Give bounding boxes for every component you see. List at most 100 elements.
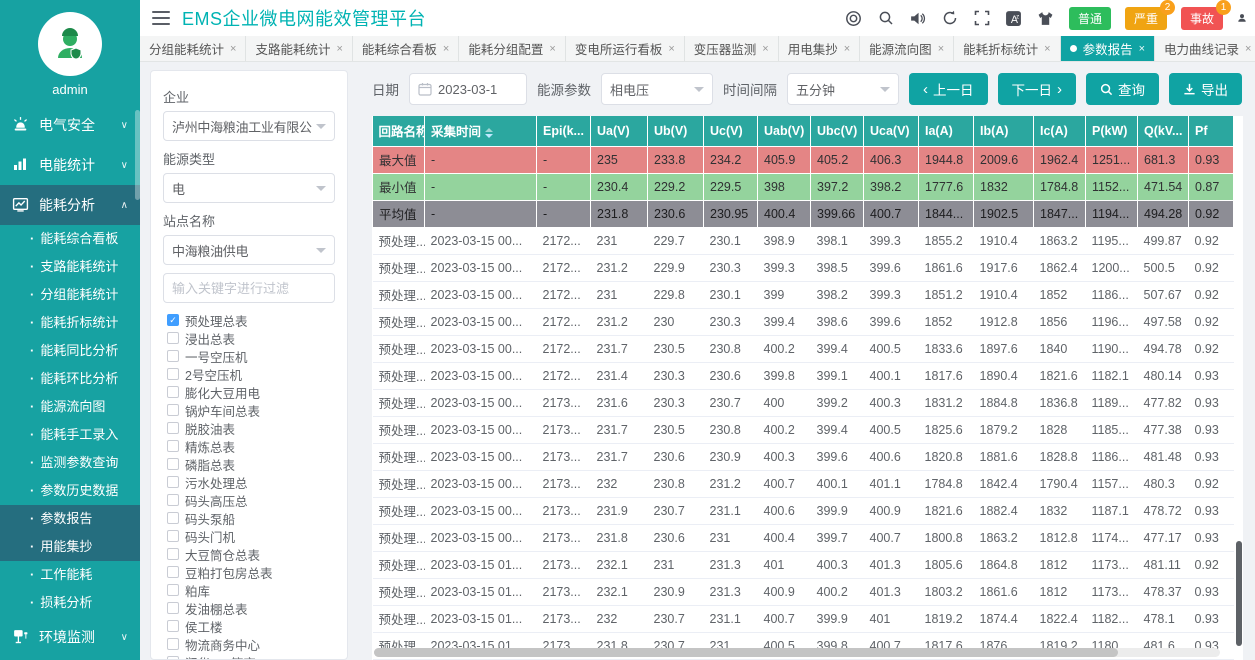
meter-checkbox[interactable] [167, 584, 179, 596]
meter-item-预处理总表[interactable]: ✓预处理总表 [163, 311, 335, 329]
sidebar-item-监测参数查询[interactable]: ·监测参数查询 [0, 449, 140, 477]
column-header-Ic(A)[interactable]: Ic(A) [1034, 116, 1086, 146]
meter-item-码头泵船[interactable]: 码头泵船 [163, 509, 335, 527]
vertical-scrollbar[interactable] [1235, 116, 1243, 660]
tab-close-icon[interactable]: × [230, 43, 236, 55]
prev-day-button[interactable]: ‹上一日 [909, 73, 988, 105]
table-row[interactable]: 预处理...2023-03-15 00...2173...231.9230.72… [373, 497, 1234, 524]
sidebar-group-能耗分析[interactable]: 能耗分析∧ [0, 185, 140, 225]
meter-item-膨化大豆用电[interactable]: 膨化大豆用电 [163, 383, 335, 401]
meter-checkbox[interactable] [167, 458, 179, 470]
meter-item-浸出总表[interactable]: 浸出总表 [163, 329, 335, 347]
fullscreen-icon[interactable] [973, 9, 991, 27]
theme-shirt-icon[interactable] [1037, 9, 1055, 27]
horizontal-scrollbar-thumb[interactable] [374, 648, 1118, 657]
column-header-Uc(V)[interactable]: Uc(V) [704, 116, 758, 146]
sidebar-group-电气安全[interactable]: 电气安全∨ [0, 105, 140, 145]
sidebar-item-支路能耗统计[interactable]: ·支路能耗统计 [0, 253, 140, 281]
meter-checkbox[interactable] [167, 350, 179, 362]
tab-用电集抄[interactable]: 用电集抄× [779, 36, 860, 61]
meter-item-精炼总表[interactable]: 精炼总表 [163, 437, 335, 455]
table-row[interactable]: 预处理...2023-03-15 00...2173...231.8230.62… [373, 524, 1234, 551]
user-icon[interactable] [1237, 9, 1247, 27]
column-header-P(kW)[interactable]: P(kW) [1086, 116, 1138, 146]
station-select[interactable]: 中海粮油供电 [163, 235, 335, 265]
table-row[interactable]: 预处理...2023-03-15 00...2172...231229.8230… [373, 281, 1234, 308]
meter-checkbox[interactable] [167, 440, 179, 452]
meter-item-大豆筒仓总表[interactable]: 大豆筒仓总表 [163, 545, 335, 563]
meter-item-锅炉车间总表[interactable]: 锅炉车间总表 [163, 401, 335, 419]
meter-item-发油棚总表[interactable]: 发油棚总表 [163, 599, 335, 617]
meter-checkbox[interactable] [167, 530, 179, 542]
sidebar-group-环境监测[interactable]: 环境监测∨ [0, 617, 140, 657]
tab-能源流向图[interactable]: 能源流向图× [860, 36, 954, 61]
query-button[interactable]: 查询 [1086, 73, 1159, 105]
table-row[interactable]: 预处理...2023-03-15 00...2172...231.2229.92… [373, 254, 1234, 281]
sort-carets-icon[interactable] [485, 128, 493, 138]
tab-能耗综合看板[interactable]: 能耗综合看板× [353, 36, 459, 61]
tab-close-icon[interactable]: × [762, 43, 768, 55]
table-row[interactable]: 预处理...2023-03-15 01...2173...232230.7231… [373, 605, 1234, 632]
date-input[interactable]: 2023-03-1 [409, 73, 527, 105]
horizontal-scrollbar[interactable] [374, 648, 1220, 657]
column-header-Ib(A)[interactable]: Ib(A) [974, 116, 1034, 146]
table-row[interactable]: 预处理...2023-03-15 00...2173...231.7230.52… [373, 416, 1234, 443]
energy-type-select[interactable]: 电 [163, 173, 335, 203]
meter-checkbox[interactable] [167, 512, 179, 524]
sidebar-item-参数报告[interactable]: ·参数报告 [0, 505, 140, 533]
sidebar-item-能耗手工录入[interactable]: ·能耗手工录入 [0, 421, 140, 449]
palette-icon[interactable] [845, 9, 863, 27]
alarm-level-badge-accident[interactable]: 事故1 [1181, 7, 1223, 30]
meter-item-码头高压总[interactable]: 码头高压总 [163, 491, 335, 509]
column-header-Q(kV...[interactable]: Q(kV... [1138, 116, 1189, 146]
search-icon[interactable] [877, 9, 895, 27]
column-header-Ubc(V)[interactable]: Ubc(V) [811, 116, 864, 146]
table-row[interactable]: 预处理...2023-03-15 00...2172...231.4230.32… [373, 362, 1234, 389]
meter-checkbox[interactable] [167, 404, 179, 416]
tab-close-icon[interactable]: × [844, 43, 850, 55]
tab-参数报告[interactable]: 参数报告× [1061, 36, 1155, 61]
alarm-level-badge-normal[interactable]: 普通 [1069, 7, 1111, 30]
meter-item-污水处理总[interactable]: 污水处理总 [163, 473, 335, 491]
meter-checkbox[interactable] [167, 494, 179, 506]
meter-checkbox[interactable] [167, 476, 179, 488]
meter-checkbox[interactable]: ✓ [167, 314, 179, 326]
column-header-Pf[interactable]: Pf [1189, 116, 1234, 146]
volume-icon[interactable] [909, 9, 927, 27]
tab-能耗折标统计[interactable]: 能耗折标统计× [954, 36, 1060, 61]
sidebar-item-能耗同比分析[interactable]: ·能耗同比分析 [0, 337, 140, 365]
tab-close-icon[interactable]: × [1245, 43, 1251, 55]
meter-checkbox[interactable] [167, 566, 179, 578]
alarm-level-badge-severe[interactable]: 严重2 [1125, 7, 1167, 30]
table-row[interactable]: 预处理...2023-03-15 00...2172...231229.7230… [373, 227, 1234, 254]
font-size-icon[interactable]: Az [1005, 9, 1023, 27]
table-row[interactable]: 预处理...2023-03-15 00...2173...231.7230.62… [373, 443, 1234, 470]
sidebar-group-电能统计[interactable]: 电能统计∨ [0, 145, 140, 185]
meter-filter-input[interactable] [172, 281, 326, 296]
tab-电力曲线记录[interactable]: 电力曲线记录× [1155, 36, 1255, 61]
sidebar-item-参数历史数据[interactable]: ·参数历史数据 [0, 477, 140, 505]
meter-item-侯工楼[interactable]: 侯工楼 [163, 617, 335, 635]
refresh-icon[interactable] [941, 9, 959, 27]
tab-close-icon[interactable]: × [1139, 43, 1145, 55]
meter-checkbox[interactable] [167, 548, 179, 560]
sidebar-item-损耗分析[interactable]: ·损耗分析 [0, 589, 140, 617]
table-row[interactable]: 预处理...2023-03-15 01...2173...232.1231231… [373, 551, 1234, 578]
meter-item-码头门机[interactable]: 码头门机 [163, 527, 335, 545]
export-button[interactable]: 导出 [1169, 73, 1242, 105]
column-header-Ua(V)[interactable]: Ua(V) [591, 116, 648, 146]
table-row[interactable]: 预处理...2023-03-15 00...2172...231.2230230… [373, 308, 1234, 335]
meter-item-磷脂总表[interactable]: 磷脂总表 [163, 455, 335, 473]
meter-item-豆粕打包房总表[interactable]: 豆粕打包房总表 [163, 563, 335, 581]
meter-item-润华500箱变[interactable]: 润华500箱变 [163, 653, 335, 660]
table-row[interactable]: 预处理...2023-03-15 01...2173...232.1230.92… [373, 578, 1234, 605]
meter-checkbox[interactable] [167, 620, 179, 632]
table-row[interactable]: 预处理...2023-03-15 00...2173...232230.8231… [373, 470, 1234, 497]
column-header-Uca(V)[interactable]: Uca(V) [864, 116, 919, 146]
column-header-Epi(k...[interactable]: Epi(k... [537, 116, 591, 146]
tab-close-icon[interactable]: × [336, 43, 342, 55]
tab-close-icon[interactable]: × [938, 43, 944, 55]
sidebar-item-能耗折标统计[interactable]: ·能耗折标统计 [0, 309, 140, 337]
column-header-采集时间[interactable]: 采集时间 [425, 116, 537, 146]
hamburger-menu-icon[interactable] [152, 11, 170, 25]
